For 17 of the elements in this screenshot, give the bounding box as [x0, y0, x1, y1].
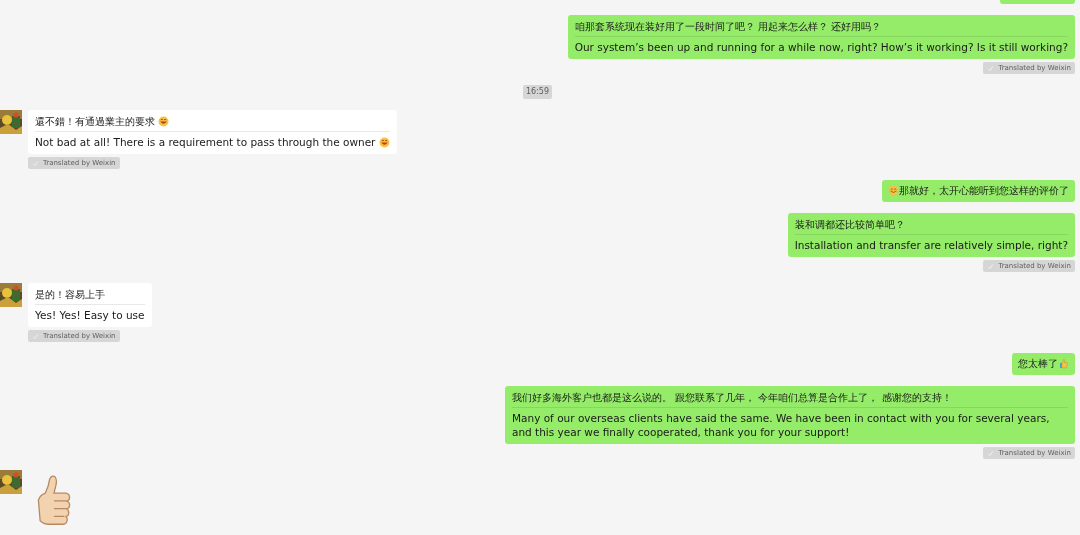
translation-text: Many of our overseas clients have said the same. We have been in contact with you for several years, and this year we finally cooperated, thank you for your support!: [512, 412, 1050, 438]
timestamp: 16:59: [522, 85, 553, 99]
translation-text: Our system’s been up and running for a while now, right? How’s it working? Is it still working?: [574, 41, 1068, 53]
grinning-face-icon: [158, 116, 170, 127]
message-text: 那就好，太开心能听到您这样的评价了: [899, 185, 1069, 196]
translation-text: Yes! Yes! Easy to use: [35, 309, 145, 321]
message-text: 您太棒了: [1018, 358, 1058, 369]
message-text: 是的！容易上手: [35, 289, 105, 300]
grinning-face-icon: [378, 137, 390, 148]
message-text: 還不錯！有通過業主的要求: [35, 116, 155, 127]
translation-text: Not bad at all! There is a requirement to pass through the owner: [35, 136, 376, 148]
smiling-face-icon: [888, 185, 899, 196]
translation-text: Installation and transfer are relatively simple, right?: [794, 239, 1068, 251]
message-text: 我们好多海外客户也都是这么说的。 跟您联系了几年， 今年咱们总算是合作上了， 感谢您的支持！: [512, 392, 952, 403]
message-text: 咱那套系统现在装好用了一段时间了吧？ 用起来怎么样？ 还好用吗？: [574, 21, 881, 32]
thumbs-up-icon: [1058, 358, 1069, 369]
message-text: 装和调都还比较简单吧？: [794, 219, 905, 230]
